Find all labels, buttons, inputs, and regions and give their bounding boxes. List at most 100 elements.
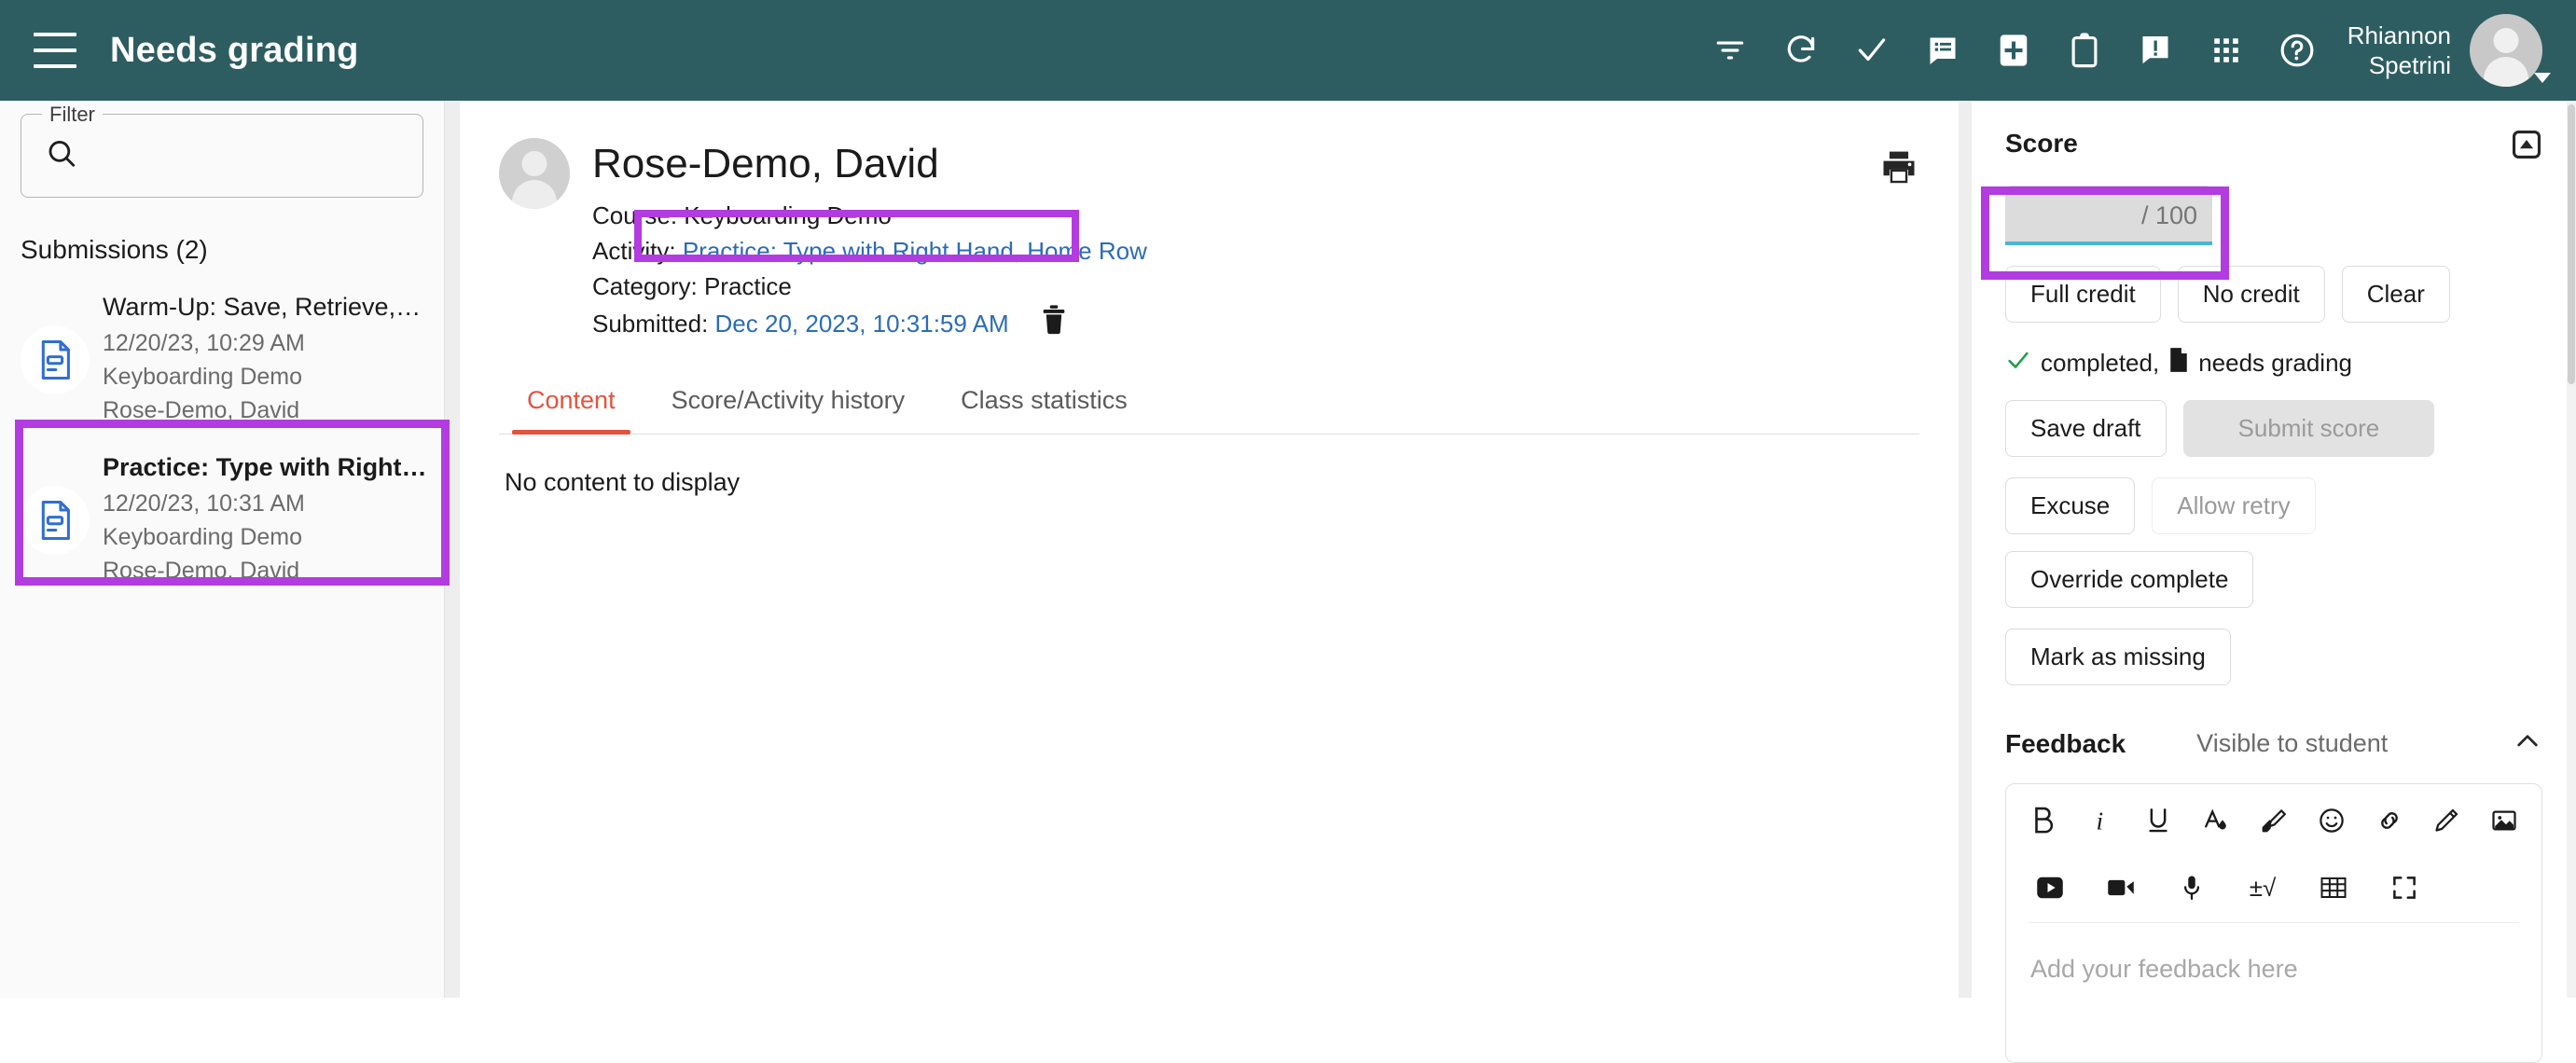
video-play-icon[interactable]: [2029, 866, 2071, 909]
chevron-up-icon[interactable]: [2513, 726, 2542, 761]
submission-timestamp: 12/20/23, 10:29 AM: [103, 330, 305, 356]
refresh-icon[interactable]: [1766, 15, 1836, 86]
score-input[interactable]: [2005, 186, 2212, 245]
submitted-line: Submitted: Dec 20, 2023, 10:31:59 AM: [592, 304, 1147, 345]
submission-title: Practice: Type with Right Hand, H…: [103, 453, 427, 481]
italic-icon[interactable]: i: [2086, 799, 2116, 842]
tab-content[interactable]: Content: [499, 377, 644, 435]
hamburger-menu-icon[interactable]: [34, 33, 76, 68]
check-icon[interactable]: [1836, 15, 1907, 86]
feedback-editor[interactable]: i ±√ Add your feedback here: [2005, 783, 2542, 1063]
text-color-icon[interactable]: [2201, 799, 2231, 842]
editor-toolbar-row-1: i: [2006, 784, 2541, 842]
submissions-heading: Submissions (2): [21, 235, 208, 264]
submission-detail-panel: Rose-Demo, David Course: Keyboarding Dem…: [460, 101, 1959, 998]
bold-icon[interactable]: [2029, 799, 2058, 842]
submitted-date-link[interactable]: Dec 20, 2023, 10:31:59 AM: [715, 310, 1009, 338]
link-icon[interactable]: [2375, 799, 2404, 842]
course-value: Keyboarding Demo: [684, 201, 892, 229]
print-icon[interactable]: [1878, 138, 1919, 345]
microphone-icon[interactable]: [2170, 866, 2213, 909]
quick-score-buttons: Full credit No credit Clear: [2005, 266, 2542, 323]
excuse-button[interactable]: Excuse: [2005, 477, 2136, 534]
status-needs-grading-label: needs grading: [2198, 349, 2352, 377]
tab-score-activity-history[interactable]: Score/Activity history: [644, 377, 934, 434]
override-complete-button[interactable]: Override complete: [2005, 551, 2254, 608]
submission-title: Warm-Up: Save, Retrieve, and Dele…: [103, 293, 427, 321]
submission-student: Rose-Demo, David: [103, 397, 300, 423]
student-name: Rose-Demo, David: [592, 141, 939, 186]
feedback-textarea-placeholder[interactable]: Add your feedback here: [2006, 923, 2541, 984]
feedback-heading: Feedback: [2005, 728, 2126, 758]
record-video-icon[interactable]: [2099, 866, 2142, 909]
insert-table-icon[interactable]: [2312, 866, 2355, 909]
list-item[interactable]: Warm-Up: Save, Retrieve, and Dele… 12/20…: [0, 280, 444, 440]
status-badge: completed, needs grading: [2005, 347, 2542, 380]
grading-panel: Score Full credit No credit Clear: [1972, 101, 2576, 1063]
mark-as-missing-button[interactable]: Mark as missing: [2005, 628, 2231, 685]
clipboard-icon[interactable]: [2049, 15, 2120, 86]
help-icon[interactable]: [2262, 15, 2333, 86]
apps-grid-icon[interactable]: [2191, 15, 2262, 86]
appbar-right-group: Rhiannon Spetrini: [1695, 14, 2576, 87]
insert-image-icon[interactable]: [2489, 799, 2519, 842]
list-item-texts: Warm-Up: Save, Retrieve, and Dele… 12/20…: [103, 293, 427, 427]
full-credit-button[interactable]: Full credit: [2005, 266, 2161, 323]
right-panel-scroll-thumb[interactable]: [2568, 104, 2575, 384]
category-value: Practice: [703, 272, 792, 300]
user-name[interactable]: Rhiannon Spetrini: [2347, 21, 2451, 80]
alert-message-icon[interactable]: [2120, 15, 2191, 86]
collapse-panel-icon[interactable]: [2511, 129, 2542, 165]
appbar-left-group: Needs grading: [0, 31, 359, 71]
submit-score-button[interactable]: Submit score: [2182, 400, 2435, 457]
document-icon: [21, 486, 90, 555]
student-avatar: [499, 138, 570, 209]
add-square-icon[interactable]: [1978, 15, 2049, 86]
search-input[interactable]: [90, 115, 406, 197]
no-credit-button[interactable]: No credit: [2177, 266, 2325, 323]
document-icon: [21, 325, 90, 394]
submission-header: Rose-Demo, David Course: Keyboarding Dem…: [460, 101, 1959, 345]
filter-field[interactable]: Filter: [21, 103, 423, 198]
score-heading: Score: [2005, 129, 2078, 158]
score-input-wrapper[interactable]: [2005, 186, 2212, 245]
user-last-name: Spetrini: [2368, 51, 2451, 79]
feedback-visibility-label: Visible to student: [2196, 729, 2389, 757]
list-item-texts: Practice: Type with Right Hand, H… 12/20…: [103, 453, 427, 587]
feedback-header: Feedback Visible to student: [2005, 726, 2542, 761]
grading-actions-row-1: Save draft Submit score: [2005, 400, 2542, 457]
course-label: Course:: [592, 201, 678, 229]
sidebar-scrollbar[interactable]: [433, 101, 444, 998]
filter-icon[interactable]: [1695, 15, 1766, 86]
avatar[interactable]: [2470, 14, 2551, 87]
list-item[interactable]: Practice: Type with Right Hand, H… 12/20…: [0, 440, 444, 601]
activity-link[interactable]: Practice: Type with Right Hand, Home Row: [683, 237, 1147, 265]
score-input-underline: [2005, 242, 2212, 245]
top-app-bar: Needs grading Rhiannon Spetrini: [0, 0, 2576, 101]
submission-student: Rose-Demo, David: [103, 558, 300, 584]
right-panel-scrollbar[interactable]: [2567, 101, 2576, 998]
page-title: Needs grading: [110, 30, 359, 70]
underline-icon[interactable]: [2144, 799, 2174, 842]
save-draft-button[interactable]: Save draft: [2005, 400, 2167, 457]
highlighter-icon[interactable]: [2259, 799, 2289, 842]
submission-meta-block: Rose-Demo, David Course: Keyboarding Dem…: [592, 138, 1147, 345]
check-icon: [2005, 347, 2031, 380]
avatar-image: [2470, 14, 2542, 87]
allow-retry-button: Allow retry: [2152, 477, 2316, 534]
chevron-down-icon[interactable]: [2534, 73, 2551, 83]
user-first-name: Rhiannon: [2347, 21, 2451, 49]
app-body: Filter Submissions (2) Warm-Up: Save, Re…: [0, 101, 2576, 1063]
math-equation-icon[interactable]: ±√: [2241, 866, 2284, 909]
clear-button[interactable]: Clear: [2341, 266, 2450, 323]
trash-icon[interactable]: [1040, 304, 1068, 345]
fullscreen-icon[interactable]: [2383, 866, 2426, 909]
pen-draw-icon[interactable]: [2431, 799, 2461, 842]
emoji-icon[interactable]: [2317, 799, 2347, 842]
tab-class-statistics[interactable]: Class statistics: [933, 377, 1156, 434]
score-header: Score: [2005, 129, 2542, 165]
activity-line: Activity: Practice: Type with Right Hand…: [592, 233, 1147, 269]
editor-toolbar-row-2: ±√: [2006, 842, 2541, 909]
message-list-icon[interactable]: [1907, 15, 1978, 86]
activity-label: Activity:: [592, 237, 676, 265]
